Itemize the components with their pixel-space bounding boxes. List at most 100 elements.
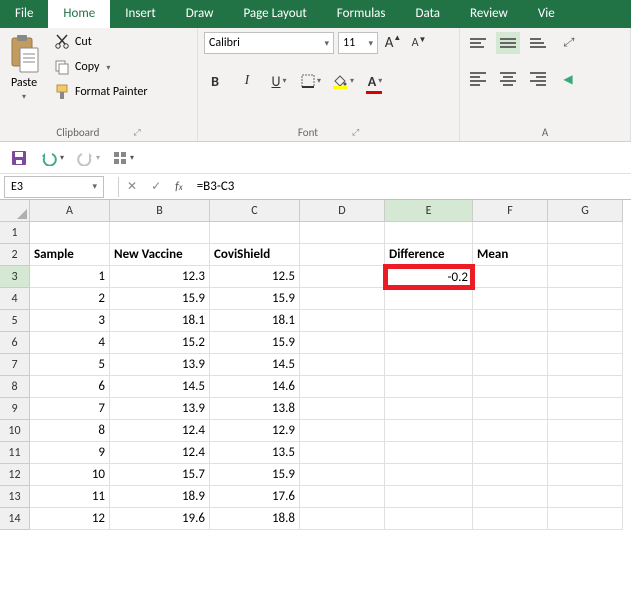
cell[interactable] [300,266,385,288]
cell[interactable] [385,222,473,244]
cell[interactable] [385,486,473,508]
border-button[interactable] [300,70,322,92]
header-mean[interactable]: Mean [473,244,548,266]
tab-view[interactable]: Vie [523,0,570,28]
cell[interactable] [210,222,300,244]
row-header-6[interactable]: 6 [0,332,30,354]
undo-button[interactable]: ▾ [40,150,64,166]
cell[interactable] [473,398,548,420]
cell-new-vaccine[interactable]: 15.2 [110,332,210,354]
cell-sample[interactable]: 3 [30,310,110,332]
cell[interactable] [385,442,473,464]
column-header-F[interactable]: F [473,200,548,222]
cell[interactable] [300,486,385,508]
row-header-2[interactable]: 2 [0,244,30,266]
column-header-A[interactable]: A [30,200,110,222]
cell[interactable] [300,354,385,376]
cell[interactable] [110,222,210,244]
cell-new-vaccine[interactable]: 15.9 [110,288,210,310]
cell[interactable] [300,376,385,398]
cell[interactable] [548,266,623,288]
cell[interactable] [473,310,548,332]
row-header-1[interactable]: 1 [0,222,30,244]
cell-new-vaccine[interactable]: 13.9 [110,398,210,420]
tab-draw[interactable]: Draw [171,0,229,28]
cell[interactable] [548,354,623,376]
select-all-corner[interactable] [0,200,30,222]
cell-new-vaccine[interactable]: 18.1 [110,310,210,332]
cell-covishield[interactable]: 18.8 [210,508,300,530]
cell[interactable] [385,354,473,376]
cell[interactable] [300,420,385,442]
cell[interactable] [548,442,623,464]
cell[interactable] [300,442,385,464]
orientation-button[interactable]: ⤢ [556,32,580,54]
cell[interactable] [300,288,385,310]
cell[interactable] [473,486,548,508]
align-middle-button[interactable] [496,32,520,54]
row-header-12[interactable]: 12 [0,464,30,486]
font-color-button[interactable]: A [364,70,386,92]
tab-file[interactable]: File [0,0,48,28]
cell[interactable] [300,332,385,354]
header-new-vaccine[interactable]: New Vaccine [110,244,210,266]
cell-sample[interactable]: 4 [30,332,110,354]
italic-button[interactable]: I [236,70,258,92]
cell-new-vaccine[interactable]: 12.3 [110,266,210,288]
font-name-select[interactable]: Calibri ▾ [204,32,334,54]
row-header-7[interactable]: 7 [0,354,30,376]
cell[interactable] [473,332,548,354]
align-center-button[interactable] [496,68,520,90]
fill-color-button[interactable] [332,70,354,92]
cell-covishield[interactable]: 13.8 [210,398,300,420]
underline-button[interactable]: U [268,70,290,92]
cell-sample[interactable]: 12 [30,508,110,530]
customize-qat-button[interactable]: ▾ [112,150,134,166]
cell[interactable] [548,398,623,420]
row-header-13[interactable]: 13 [0,486,30,508]
row-header-10[interactable]: 10 [0,420,30,442]
cell[interactable] [385,310,473,332]
column-header-G[interactable]: G [548,200,623,222]
copy-button[interactable]: Copy [50,57,152,77]
row-header-11[interactable]: 11 [0,442,30,464]
fx-button[interactable]: fx [175,180,183,194]
cell-sample[interactable]: 8 [30,420,110,442]
cell-covishield[interactable]: 18.1 [210,310,300,332]
cell-new-vaccine[interactable]: 18.9 [110,486,210,508]
cell-sample[interactable]: 2 [30,288,110,310]
cell-sample[interactable]: 10 [30,464,110,486]
cell[interactable] [548,244,623,266]
header-covishield[interactable]: CoviShield [210,244,300,266]
font-expander-icon[interactable]: ⤢ [352,127,359,138]
decrease-font-button[interactable]: A▼ [408,32,430,54]
decrease-indent-button[interactable]: ◀ [556,68,580,90]
row-header-8[interactable]: 8 [0,376,30,398]
cell[interactable] [385,376,473,398]
cell[interactable] [385,398,473,420]
cell[interactable] [548,508,623,530]
cell[interactable] [385,508,473,530]
cell-new-vaccine[interactable]: 19.6 [110,508,210,530]
paste-button[interactable]: Paste ▾ [6,32,42,104]
column-header-D[interactable]: D [300,200,385,222]
name-box[interactable]: E3 ▾ [4,176,104,198]
cell[interactable] [385,420,473,442]
font-size-select[interactable]: 11 ▾ [338,32,378,54]
cell[interactable] [300,222,385,244]
increase-font-button[interactable]: A▲ [382,32,404,54]
cell[interactable] [548,288,623,310]
redo-button[interactable]: ▾ [76,150,100,166]
cell-new-vaccine[interactable]: 15.7 [110,464,210,486]
cell-sample[interactable]: 9 [30,442,110,464]
cell[interactable] [300,310,385,332]
cell-new-vaccine[interactable]: 13.9 [110,354,210,376]
cell[interactable] [548,464,623,486]
tab-review[interactable]: Review [455,0,523,28]
column-header-C[interactable]: C [210,200,300,222]
tab-data[interactable]: Data [401,0,456,28]
cell[interactable] [473,266,548,288]
cell[interactable] [473,420,548,442]
cell-covishield[interactable]: 14.5 [210,354,300,376]
row-header-5[interactable]: 5 [0,310,30,332]
